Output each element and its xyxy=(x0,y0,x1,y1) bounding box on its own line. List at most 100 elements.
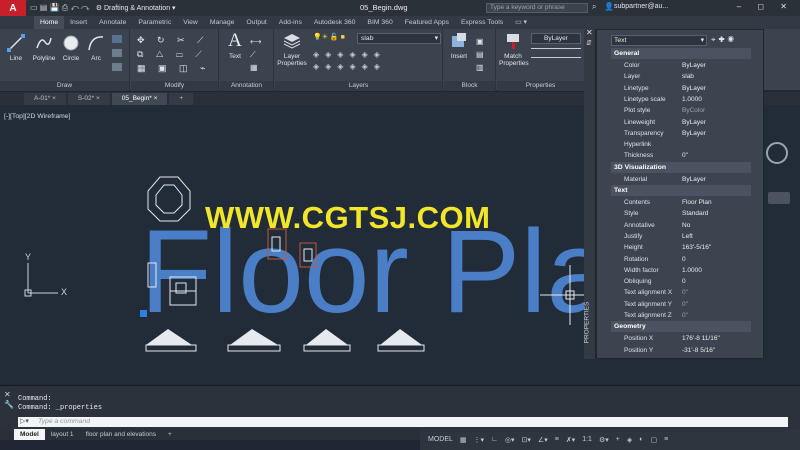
insert-button[interactable]: Insert xyxy=(447,31,471,60)
lineweight-icon[interactable]: ≡ xyxy=(555,436,559,443)
dimension-tools[interactable]: ⟷ ⟋ ▦ xyxy=(250,35,261,74)
color-dropdown[interactable]: ByLayer xyxy=(531,33,581,44)
property-row[interactable]: Layer slab xyxy=(611,71,751,82)
polar-icon[interactable]: ◎▾ xyxy=(505,436,515,444)
property-row[interactable]: Contents Floor Plan xyxy=(611,197,751,208)
property-row[interactable]: Transparency ByLayer xyxy=(611,128,751,139)
command-line-controls[interactable]: ✕ 🔧 xyxy=(4,390,14,410)
file-tab-s02[interactable]: S-02* × xyxy=(67,93,110,105)
property-row[interactable]: Text alignment Y 0" xyxy=(611,299,751,310)
file-tab-05-begin[interactable]: 05_Begin* × xyxy=(111,93,168,105)
window-controls[interactable]: – ◻ ✕ xyxy=(737,2,794,11)
circle-button[interactable]: Circle xyxy=(60,33,82,62)
otrack-icon[interactable]: ∠▾ xyxy=(538,436,548,444)
properties-panel-label[interactable]: Properties xyxy=(497,81,584,91)
viewcube-icon[interactable] xyxy=(766,142,788,164)
layers-panel-label[interactable]: Layers xyxy=(275,81,442,91)
property-row[interactable]: Position X 176'-8 11/16" xyxy=(611,333,751,344)
property-row[interactable]: Hyperlink xyxy=(611,139,751,150)
polyline-button[interactable]: Polyline xyxy=(30,33,58,62)
command-input[interactable]: Type a command xyxy=(18,417,788,427)
annotation-panel-label[interactable]: Annotation xyxy=(220,81,273,91)
tab-layout-1[interactable]: layout 1 xyxy=(45,429,80,440)
property-row[interactable]: Plot style ByColor xyxy=(611,105,751,116)
close-icon[interactable]: × xyxy=(96,95,100,102)
tab-express-tools[interactable]: Express Tools xyxy=(455,16,509,29)
ribbon-minimize-button[interactable]: ▭ ▾ xyxy=(509,16,533,29)
property-row[interactable]: Linetype ByLayer xyxy=(611,83,751,94)
workspace-switcher[interactable]: ⚙ Drafting & Annotation ▾ xyxy=(96,4,176,12)
close-icon[interactable]: × xyxy=(52,95,56,102)
tab-model[interactable]: Model xyxy=(14,429,45,440)
nav-wheel-icon[interactable] xyxy=(768,192,790,204)
layer-dropdown[interactable]: slab ▾ xyxy=(357,33,441,44)
block-panel-label[interactable]: Block xyxy=(444,81,495,91)
property-row[interactable]: Height 163'-5/16" xyxy=(611,242,751,253)
quick-access-toolbar[interactable]: ▭ ▤ 💾 ⎙ ↶ ↷ xyxy=(30,3,90,13)
text-button[interactable]: A Text xyxy=(224,30,246,60)
property-row[interactable]: Thickness 0" xyxy=(611,150,751,161)
property-row[interactable]: Justify Left xyxy=(611,231,751,242)
layer-properties-button[interactable]: Layer Properties xyxy=(277,31,307,67)
linetype-dropdown[interactable] xyxy=(531,57,581,58)
properties-section-header[interactable]: Text xyxy=(611,185,751,196)
property-row[interactable]: Width factor 1.0000 xyxy=(611,265,751,276)
rectangle-icon[interactable] xyxy=(112,35,122,43)
user-icon[interactable]: 👤 xyxy=(604,2,614,11)
match-properties-button[interactable]: Match Properties xyxy=(499,31,529,67)
property-row[interactable]: Text alignment Z 0" xyxy=(611,310,751,321)
properties-section-header[interactable]: Geometry xyxy=(611,321,751,333)
properties-section-header[interactable]: 3D Visualization xyxy=(611,161,751,173)
tab-add-ins[interactable]: Add-ins xyxy=(273,16,308,29)
property-row[interactable]: Lineweight ByLayer xyxy=(611,117,751,128)
block-tools[interactable]: ▣ ▤ ▥ xyxy=(476,35,484,74)
layer-state-icons[interactable]: 💡☀ 🔓 ■ xyxy=(313,33,345,41)
lineweight-dropdown[interactable] xyxy=(531,48,581,49)
add-layout-button[interactable]: + xyxy=(162,429,178,440)
autocad-logo-icon[interactable]: A xyxy=(0,0,26,16)
modify-panel-label[interactable]: Modify xyxy=(131,81,218,91)
tab-floor-plan-and-elevations[interactable]: floor plan and elevations xyxy=(80,429,162,440)
property-row[interactable]: Style Standard xyxy=(611,208,751,219)
search-icon[interactable]: ⌕ xyxy=(592,2,596,12)
tab-output[interactable]: Output xyxy=(240,16,272,29)
object-type-dropdown[interactable]: Text ▾ xyxy=(611,35,707,46)
ortho-icon[interactable]: ∟ xyxy=(491,436,498,443)
modify-tools[interactable]: ✥ ↻ ✂ ⟋ ⧉ △ ▭ ⟋ ▦ ▣ ◫ ⌁ xyxy=(137,33,210,75)
tab-parametric[interactable]: Parametric xyxy=(132,16,177,29)
file-tab-a01[interactable]: A-01* × xyxy=(24,93,66,105)
property-row[interactable]: Rotation 0 xyxy=(611,254,751,265)
property-row[interactable]: Obliquing 0 xyxy=(611,276,751,287)
property-row[interactable]: Linetype scale 1.0000 xyxy=(611,94,751,105)
draw-panel-label[interactable]: Draw xyxy=(0,81,129,91)
customization-icon[interactable]: ≡ xyxy=(664,436,668,443)
line-button[interactable]: Line xyxy=(4,33,28,62)
user-account[interactable]: subpartner@au... xyxy=(614,3,668,10)
tab-view[interactable]: View xyxy=(177,16,204,29)
properties-palette-titlebar[interactable]: ✕ ⇵ PROPERTIES xyxy=(583,28,596,359)
settings-gear-icon[interactable]: ⚙▾ xyxy=(599,436,609,444)
tab-manage[interactable]: Manage xyxy=(204,16,241,29)
new-tab-button[interactable]: + xyxy=(169,93,194,105)
tab-autodesk-360[interactable]: Autodesk 360 xyxy=(308,16,362,29)
grid-icon[interactable]: ▦ xyxy=(460,436,467,444)
tab-featured-apps[interactable]: Featured Apps xyxy=(399,16,455,29)
close-icon[interactable]: × xyxy=(154,95,158,102)
search-input[interactable]: Type a keyword or phrase xyxy=(486,3,588,13)
clean-screen-icon[interactable]: ▢ xyxy=(650,436,657,444)
hatch-icon[interactable] xyxy=(112,49,122,57)
layer-tools[interactable]: ◈◈◈◈◈◈ ◈◈◈◈◈◈ xyxy=(313,49,386,73)
snap-icon[interactable]: ⋮▾ xyxy=(474,436,485,444)
property-row[interactable]: Color ByLayer xyxy=(611,60,751,71)
annotation-visibility-icon[interactable]: ✗▾ xyxy=(566,436,575,444)
annotation-scale[interactable]: 1:1 xyxy=(582,436,592,443)
text-grip[interactable] xyxy=(140,310,147,317)
tab-home[interactable]: Home xyxy=(34,16,65,29)
property-row[interactable]: Material ByLayer xyxy=(611,174,751,185)
hardware-acceleration-icon[interactable]: ◈ xyxy=(627,436,632,444)
palette-tool-icons[interactable]: ⌖✚◉ xyxy=(711,35,737,45)
close-icon[interactable]: ✕ xyxy=(586,28,593,37)
tab-insert[interactable]: Insert xyxy=(64,16,93,29)
property-row[interactable]: Text alignment X 0" xyxy=(611,287,751,298)
property-row[interactable]: Position Y -31'-8 5/16" xyxy=(611,345,751,356)
